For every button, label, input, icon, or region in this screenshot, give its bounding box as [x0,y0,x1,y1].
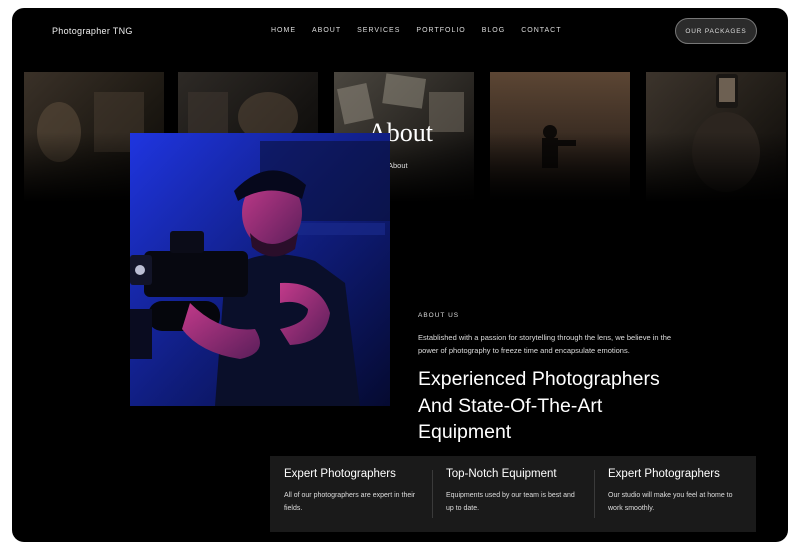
photographer-photo-art [130,133,390,406]
nav-menu: HOME ABOUT SERVICES PORTFOLIO BLOG CONTA… [271,27,562,34]
banner-photo-5 [646,72,786,202]
feature-title: Expert Photographers [608,468,720,480]
feature-text: Equipments used by our team is best and … [446,492,575,512]
about-description: Established with a passion for storytell… [418,333,672,355]
section-eyebrow: ABOUT US [418,312,460,319]
banner-photo-4 [490,72,630,202]
feature-card: Expert Photographers Our studio will mak… [594,456,756,532]
nav-portfolio[interactable]: PORTFOLIO [416,27,465,34]
feature-card: Top-Notch Equipment Equipments used by o… [432,456,594,532]
features-panel: Expert Photographers All of our photogra… [270,456,756,532]
feature-title: Top-Notch Equipment [446,468,557,480]
feature-card: Expert Photographers All of our photogra… [270,456,432,532]
brand-logo[interactable]: Photographer TNG [52,26,133,36]
nav-services[interactable]: SERVICES [357,27,400,34]
our-packages-button[interactable]: OUR PACKAGES [675,18,757,44]
page-frame: Photographer TNG HOME ABOUT SERVICES POR… [12,8,788,542]
nav-blog[interactable]: BLOG [482,27,505,34]
nav-about[interactable]: ABOUT [312,27,341,34]
breadcrumb-current: About [388,161,408,170]
top-navigation: Photographer TNG HOME ABOUT SERVICES POR… [12,8,788,58]
feature-title: Expert Photographers [284,468,396,480]
nav-contact[interactable]: CONTACT [521,27,561,34]
nav-home[interactable]: HOME [271,27,296,34]
feature-text: All of our photographers are expert in t… [284,492,416,512]
feature-text: Our studio will make you feel at home to… [608,492,733,512]
photographer-photo [130,133,390,406]
about-heading: Experienced Photographers And State-Of-T… [418,368,660,443]
